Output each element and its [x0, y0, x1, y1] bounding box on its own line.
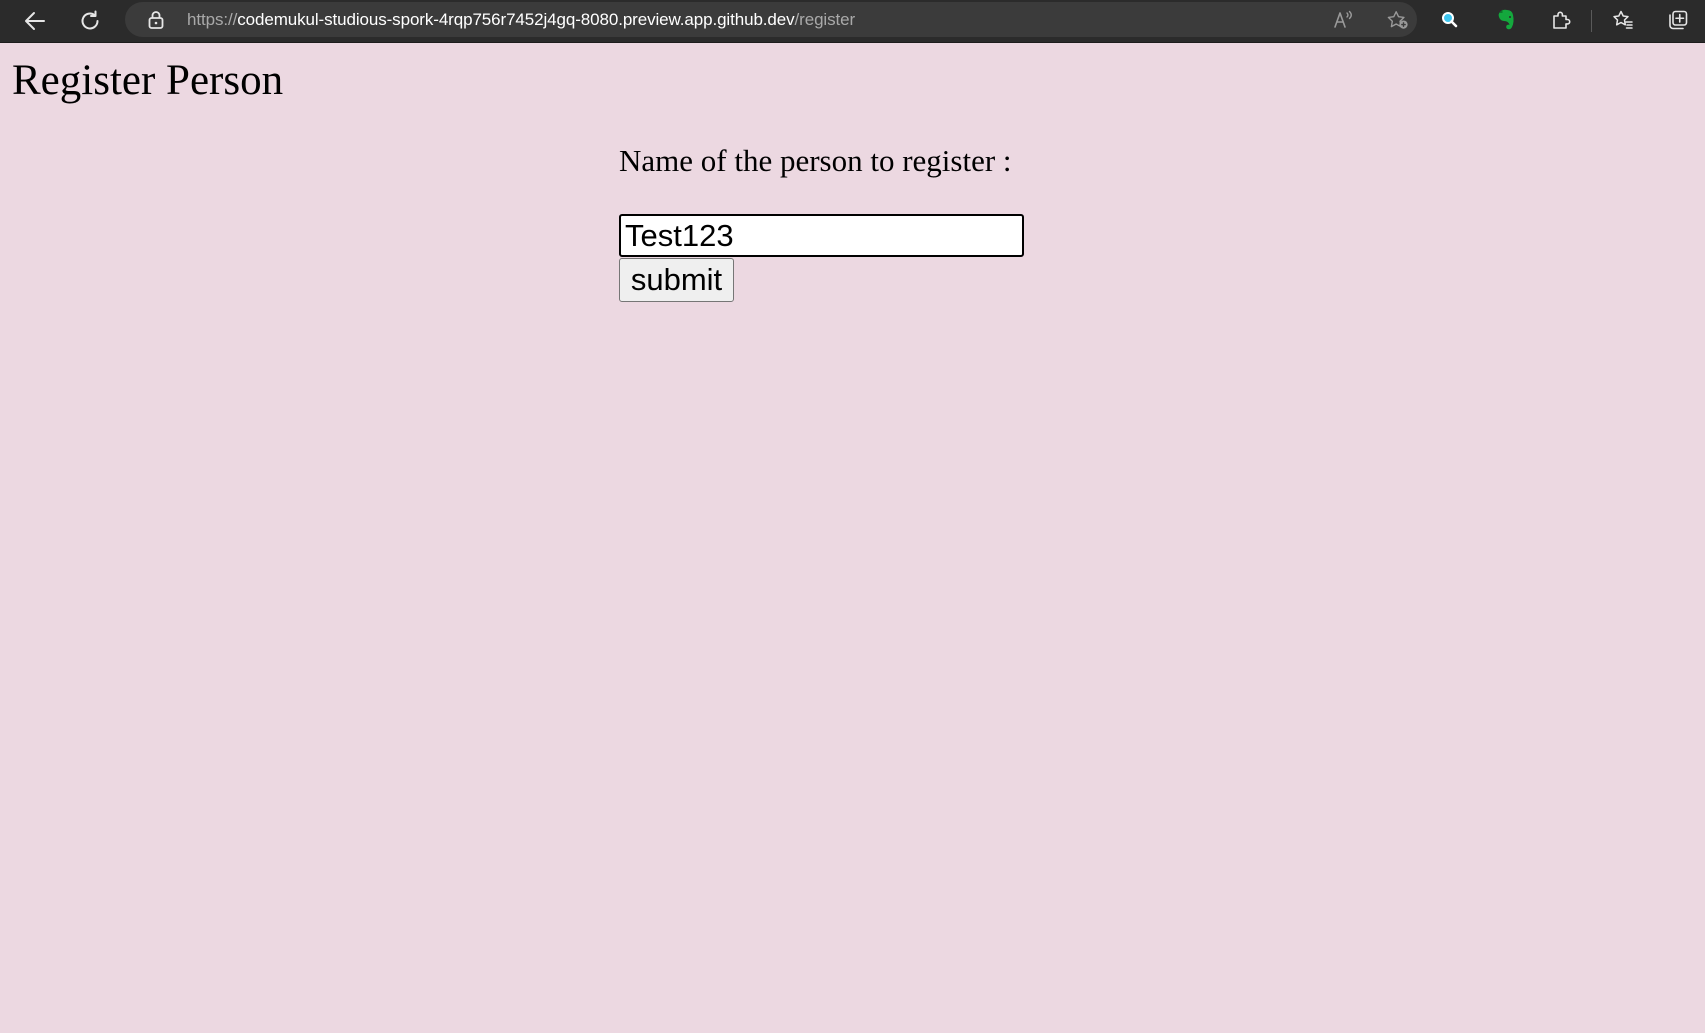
back-button[interactable]: [17, 4, 53, 38]
submit-button[interactable]: submit: [619, 258, 734, 302]
evernote-icon: [1498, 9, 1514, 30]
toolbar-divider: [1591, 10, 1592, 32]
url-path: /register: [794, 10, 856, 29]
favorites-icon: [1613, 10, 1633, 29]
back-arrow-icon: [25, 12, 45, 30]
collections-button[interactable]: [1665, 7, 1691, 33]
add-favorite-button[interactable]: [1387, 9, 1409, 31]
name-field-label: Name of the person to register :: [619, 143, 1012, 178]
star-add-icon: [1387, 11, 1408, 29]
read-aloud-button[interactable]: [1332, 9, 1354, 31]
search-extension-button[interactable]: [1437, 7, 1463, 33]
person-name-input[interactable]: [619, 214, 1024, 257]
lock-icon[interactable]: [147, 10, 165, 29]
evernote-extension-button[interactable]: [1493, 7, 1519, 33]
extensions-button[interactable]: [1548, 7, 1574, 33]
favorites-button[interactable]: [1610, 7, 1636, 33]
collections-icon: [1669, 10, 1688, 30]
url-text[interactable]: https://codemukul-studious-spork-4rqp756…: [187, 2, 855, 37]
address-bar[interactable]: https://codemukul-studious-spork-4rqp756…: [125, 2, 1417, 37]
url-host: codemukul-studious-spork-4rqp756r7452j4g…: [237, 10, 795, 29]
reload-icon: [81, 10, 99, 30]
puzzle-icon: [1553, 11, 1571, 29]
page-title: Register Person: [12, 57, 284, 104]
search-icon: [1442, 12, 1458, 28]
url-scheme: https://: [187, 10, 238, 29]
browser-toolbar: https://codemukul-studious-spork-4rqp756…: [0, 0, 1705, 43]
reload-button[interactable]: [72, 4, 108, 38]
register-form: Name of the person to register : submit: [619, 141, 1024, 302]
read-aloud-icon: [1334, 10, 1352, 28]
